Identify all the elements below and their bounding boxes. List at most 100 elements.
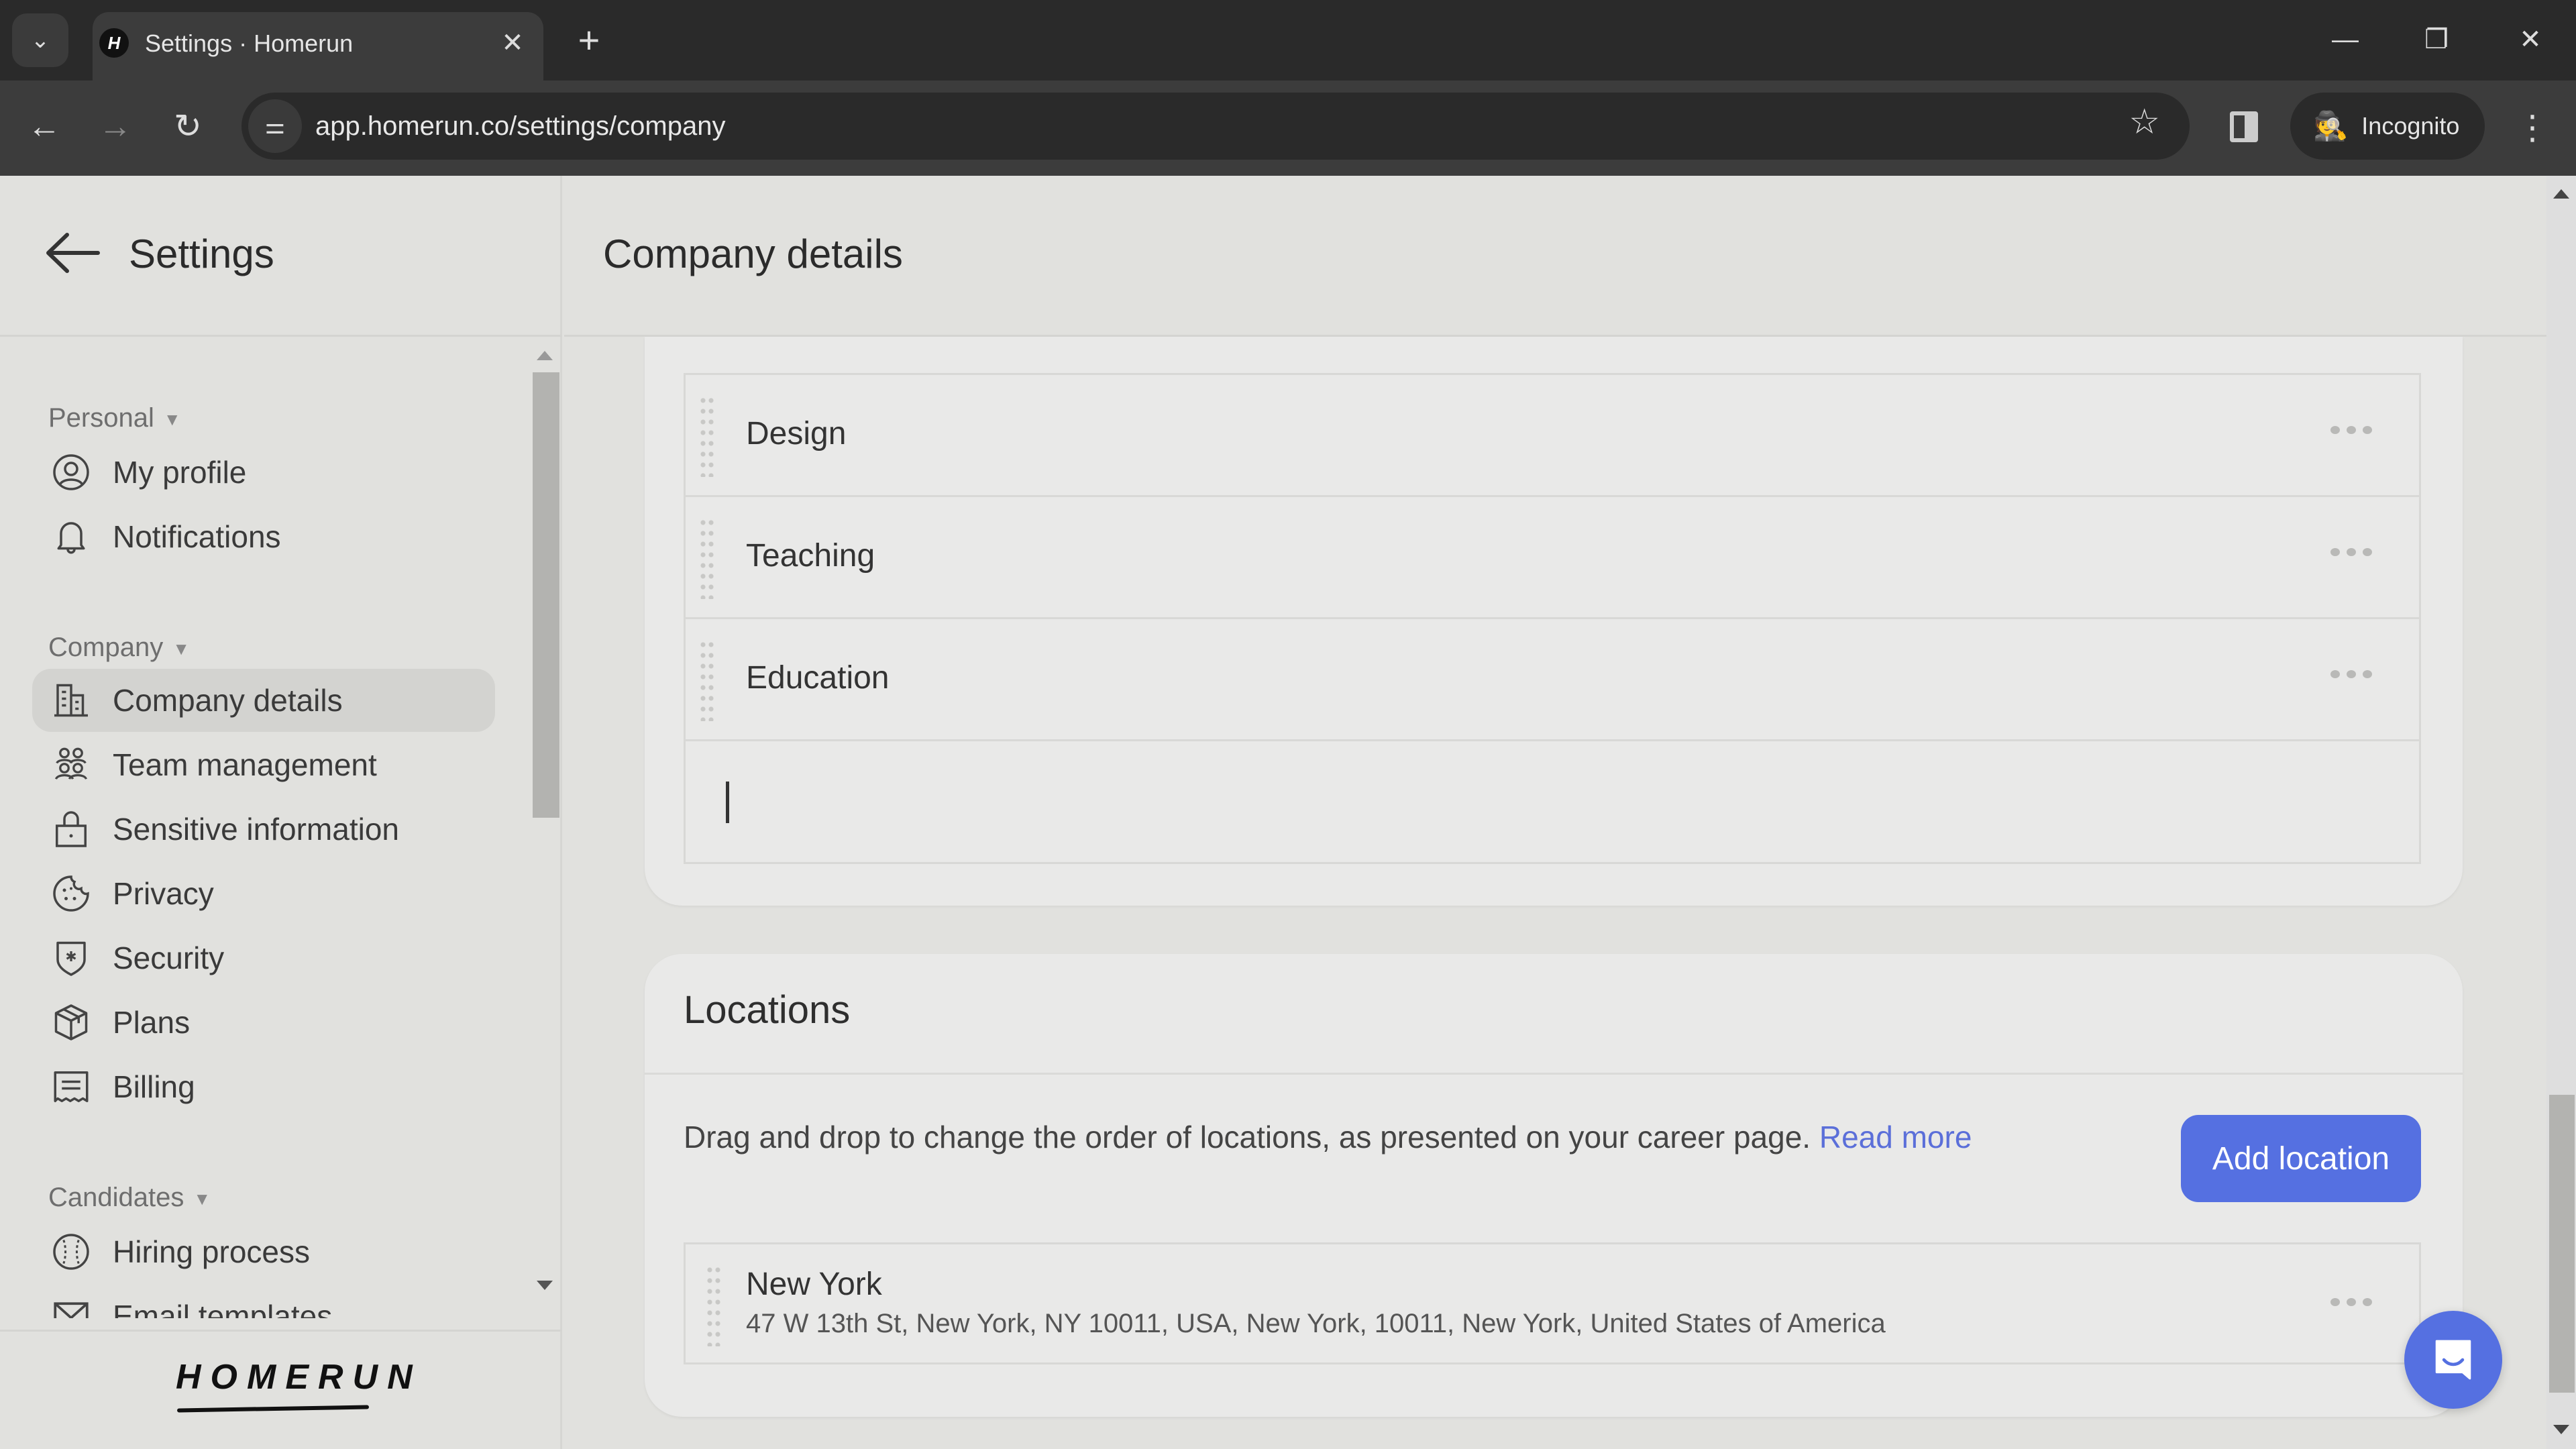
scroll-up-arrow-icon[interactable] xyxy=(2553,189,2569,199)
homerun-favicon-icon: H xyxy=(99,28,129,58)
more-options-button[interactable] xyxy=(2330,1298,2372,1306)
arrow-right-icon: → xyxy=(99,107,132,145)
locations-description: Drag and drop to change the order of loc… xyxy=(684,1119,1972,1155)
sidebar-item-email-templates[interactable]: Email templates xyxy=(32,1285,495,1318)
sidebar-item-label: Billing xyxy=(113,1069,195,1104)
tab-list-button[interactable]: ⌄ xyxy=(12,13,68,67)
app: Settings Personal ▼ My profile Notificati… xyxy=(0,176,2576,1449)
location-row[interactable]: New York 47 W 13th St, New York, NY 1001… xyxy=(684,1242,2421,1364)
page-title: Company details xyxy=(603,231,903,276)
incognito-label: Incognito xyxy=(2361,112,2460,140)
minimize-icon: — xyxy=(2332,24,2359,54)
sidebar-item-label: Hiring process xyxy=(113,1234,310,1269)
close-icon: ✕ xyxy=(2519,25,2542,54)
main-content: Company details Design Teaching Educatio… xyxy=(564,176,2546,1449)
scroll-down-arrow-icon[interactable] xyxy=(537,1281,553,1290)
back-to-app-button[interactable] xyxy=(44,229,101,276)
sidebar-item-billing[interactable]: Billing xyxy=(32,1055,495,1118)
back-button[interactable]: ← xyxy=(17,99,71,153)
url-text[interactable]: app.homerun.co/settings/company xyxy=(315,109,725,144)
sidebar-header: Settings xyxy=(0,176,562,337)
building-icon xyxy=(50,679,93,722)
forward-button[interactable]: → xyxy=(89,99,142,153)
more-options-button[interactable] xyxy=(2330,426,2372,434)
close-icon: ✕ xyxy=(501,28,524,58)
sidebar-item-notifications[interactable]: Notifications xyxy=(32,505,495,568)
sidebar-scrollbar-thumb[interactable] xyxy=(533,372,559,818)
sidebar-item-privacy[interactable]: Privacy xyxy=(32,862,495,925)
department-row[interactable]: Teaching xyxy=(686,497,2419,619)
text-cursor xyxy=(726,782,729,823)
incognito-indicator[interactable]: 🕵 Incognito xyxy=(2290,93,2485,160)
incognito-icon: 🕵 xyxy=(2313,109,2349,142)
new-tab-button[interactable]: + xyxy=(569,17,609,62)
drag-handle-icon[interactable] xyxy=(699,517,715,599)
settings-sidebar: Settings Personal ▼ My profile Notificati… xyxy=(0,176,562,1449)
star-icon: ☆ xyxy=(2129,103,2160,142)
lock-icon xyxy=(50,808,93,851)
sidebar-item-security[interactable]: Security xyxy=(32,926,495,989)
more-options-button[interactable] xyxy=(2330,670,2372,678)
location-address: 47 W 13th St, New York, NY 10011, USA, N… xyxy=(746,1309,1886,1338)
sidebar-item-my-profile[interactable]: My profile xyxy=(32,441,495,504)
sidebar-item-company-details[interactable]: Company details xyxy=(32,669,495,732)
baseball-icon xyxy=(50,1230,93,1273)
kebab-icon: ⋮ xyxy=(2516,109,2549,146)
page-scrollbar[interactable] xyxy=(2546,176,2576,1449)
add-location-button[interactable]: Add location xyxy=(2181,1115,2421,1202)
restore-button[interactable]: ❐ xyxy=(2410,16,2463,63)
department-row[interactable]: Education xyxy=(686,619,2419,741)
support-chat-button[interactable] xyxy=(2404,1311,2502,1409)
drag-handle-icon[interactable] xyxy=(706,1265,722,1346)
department-name: Education xyxy=(746,660,890,696)
plus-icon: + xyxy=(578,18,600,61)
box-icon xyxy=(50,1001,93,1044)
more-options-button[interactable] xyxy=(2330,548,2372,556)
departments-list: Design Teaching Education xyxy=(684,373,2421,864)
shield-icon xyxy=(50,936,93,979)
team-icon xyxy=(50,743,93,786)
sidebar-item-sensitive-information[interactable]: Sensitive information xyxy=(32,798,495,861)
sidebar-scrollbar[interactable] xyxy=(530,339,559,1318)
side-panel-button[interactable] xyxy=(2220,103,2267,150)
new-department-input[interactable] xyxy=(686,741,2419,862)
group-candidates[interactable]: Candidates ▼ xyxy=(48,1183,211,1213)
homerun-logo: HOMERUN xyxy=(176,1358,422,1397)
sidebar-item-plans[interactable]: Plans xyxy=(32,991,495,1054)
locations-title: Locations xyxy=(684,988,851,1032)
restore-icon: ❐ xyxy=(2424,25,2449,54)
description-text: Drag and drop to change the order of loc… xyxy=(684,1120,1811,1155)
tune-icon: ⚌ xyxy=(264,113,286,139)
chevron-down-icon: ⌄ xyxy=(30,28,50,53)
close-tab-button[interactable]: ✕ xyxy=(495,25,530,60)
sidebar-item-team-management[interactable]: Team management xyxy=(32,733,495,796)
locations-card: Locations Drag and drop to change the or… xyxy=(645,954,2463,1417)
browser-tab[interactable]: H Settings · Homerun ✕ xyxy=(93,12,543,80)
scroll-down-arrow-icon[interactable] xyxy=(2553,1425,2569,1434)
sidebar-item-label: Sensitive information xyxy=(113,812,399,847)
scroll-up-arrow-icon[interactable] xyxy=(537,351,553,360)
drag-handle-icon[interactable] xyxy=(699,395,715,477)
department-row[interactable]: Design xyxy=(686,375,2419,497)
close-window-button[interactable]: ✕ xyxy=(2504,16,2557,63)
sidebar-item-label: Notifications xyxy=(113,519,281,554)
reload-icon: ↻ xyxy=(174,107,202,145)
reload-button[interactable]: ↻ xyxy=(161,99,215,153)
sidebar-item-label: Team management xyxy=(113,747,377,782)
read-more-link[interactable]: Read more xyxy=(1819,1120,1972,1155)
sidebar-item-hiring-process[interactable]: Hiring process xyxy=(32,1220,495,1283)
site-info-button[interactable]: ⚌ xyxy=(248,99,302,153)
browser-menu-button[interactable]: ⋮ xyxy=(2509,101,2556,154)
user-circle-icon xyxy=(50,451,93,494)
group-label: Candidates xyxy=(48,1183,184,1212)
page-scrollbar-thumb[interactable] xyxy=(2549,1095,2575,1393)
group-personal[interactable]: Personal ▼ xyxy=(48,403,181,433)
group-company[interactable]: Company ▼ xyxy=(48,633,190,663)
drag-handle-icon[interactable] xyxy=(699,639,715,721)
address-bar[interactable]: ⚌ app.homerun.co/settings/company ☆ xyxy=(241,93,2190,160)
caret-down-icon: ▼ xyxy=(193,1188,211,1209)
chat-icon xyxy=(2435,1340,2471,1380)
minimize-button[interactable]: — xyxy=(2318,16,2372,63)
bookmark-button[interactable]: ☆ xyxy=(2129,102,2160,142)
sidebar-item-label: Privacy xyxy=(113,876,214,911)
